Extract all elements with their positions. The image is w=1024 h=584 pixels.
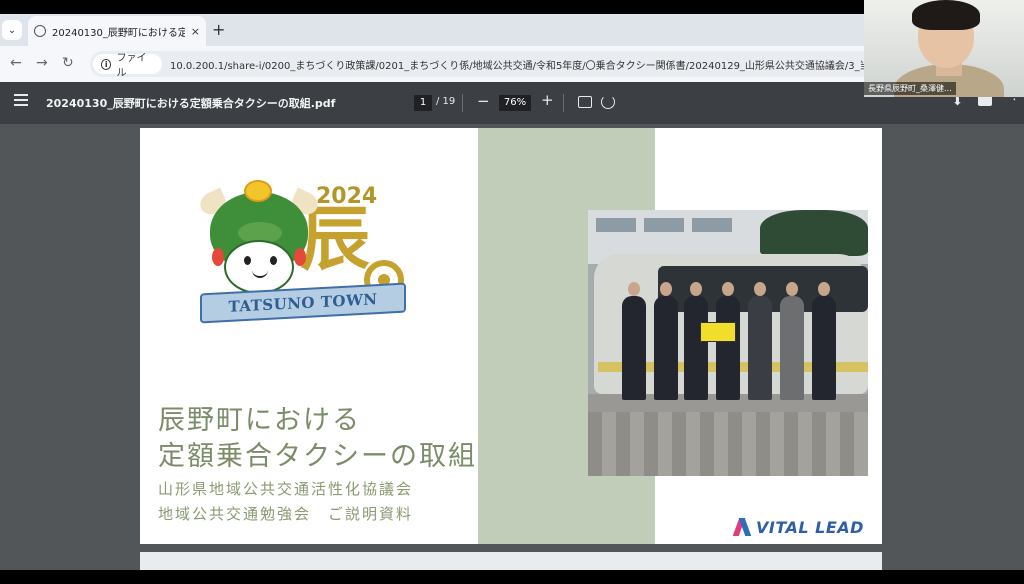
photo-window [692,218,732,232]
photo-person [684,282,708,400]
brand-wordmark: VITAL LEAD [756,517,864,537]
info-icon: i [101,58,112,70]
dragon-cheek-left [212,248,224,266]
webcam-person-hair [912,0,980,30]
photo-sign [700,322,736,342]
globe-icon [34,25,46,37]
browser-tab-active[interactable]: 20240130_辰野町における定額乗 × [28,16,206,46]
dragon-eye-left [244,256,251,265]
photo-window [644,218,684,232]
photo-person [622,282,646,400]
menu-icon[interactable] [14,94,28,106]
tatsuno-town-logo: 辰 2024 TATSUNO TOWN [196,178,408,330]
tab-title: 20240130_辰野町における定額乗 [52,27,185,39]
url-text[interactable]: 10.0.200.1/share-i/0200_まちづくり政策課/0201_まち… [170,57,870,72]
webcam-overlay: 長野県辰野町_桑澤健... [864,0,1024,97]
logo-year: 2024 [316,184,378,209]
logo-banner: TATSUNO TOWN [200,282,406,324]
toolbar-divider [462,94,463,112]
photo-person [654,282,678,400]
address-chip-label: ファイル [116,53,147,79]
fit-to-page-icon[interactable] [578,96,592,108]
vital-lead-logo-icon [734,516,756,538]
pdf-page-2 [140,552,882,570]
zoom-level-input[interactable]: 76% [499,95,531,111]
photo-trees [760,210,868,256]
forward-button[interactable]: → [36,55,48,71]
pdf-canvas[interactable]: 辰 2024 TATSUNO TOWN 辰野町における 定額乗合タクシーの取組 … [0,124,1024,570]
flower-icon [244,180,272,202]
photo-person [812,282,836,400]
back-button[interactable]: ← [10,55,22,71]
photo-pavement [588,412,868,476]
vital-lead-brand: VITAL LEAD [734,516,864,538]
slide-subtitle-line-1: 山形県地域公共交通活性化協議会 [158,480,414,498]
slide-title-line-2: 定額乗合タクシーの取組 [158,441,477,472]
zoom-out-button[interactable]: − [477,92,490,110]
zoom-in-button[interactable]: + [541,91,554,109]
address-bar[interactable]: i ファイル 10.0.200.1/share-i/0200_まちづくり政策課/… [90,51,870,79]
screen: ⌄ 20240130_辰野町における定額乗 × + ← → ↻ i ファイル 1… [0,0,1024,584]
dragon-mascot-face [224,240,294,294]
logo-banner-text: TATSUNO TOWN [228,290,378,316]
photo-person [716,282,740,400]
dragon-eye-right [270,256,277,265]
photo-person [780,282,804,400]
close-icon[interactable]: × [191,25,200,38]
reload-button[interactable]: ↻ [62,55,74,71]
new-tab-button[interactable]: + [212,20,225,39]
toolbar-divider [563,94,564,112]
group-photo [588,210,868,476]
chevron-down-icon: ⌄ [7,24,17,36]
slide-subtitle-line-2: 地域公共交通勉強会 ご説明資料 [158,505,414,523]
tab-strip: ⌄ 20240130_辰野町における定額乗 × + [0,14,870,46]
pdf-document-title: 20240130_辰野町における定額乗合タクシーの取組.pdf [46,97,336,110]
participant-name: 長野県辰野町_桑澤健... [864,82,956,95]
tab-search-button[interactable]: ⌄ [2,20,22,40]
pdf-page-1: 辰 2024 TATSUNO TOWN 辰野町における 定額乗合タクシーの取組 … [140,128,882,544]
photo-window [596,218,636,232]
site-info-chip[interactable]: i ファイル [93,53,163,79]
photo-person [748,282,772,400]
page-total: / 19 [436,96,456,107]
page-number-input[interactable]: 1 [414,95,432,111]
logo-kanji: 辰 [300,197,370,280]
dragon-cheek-right [294,248,306,266]
slide-title-line-1: 辰野町における [158,405,361,436]
rotate-icon[interactable] [601,95,615,109]
browser-toolbar: ← → ↻ i ファイル 10.0.200.1/share-i/0200_まちづ… [0,46,870,82]
